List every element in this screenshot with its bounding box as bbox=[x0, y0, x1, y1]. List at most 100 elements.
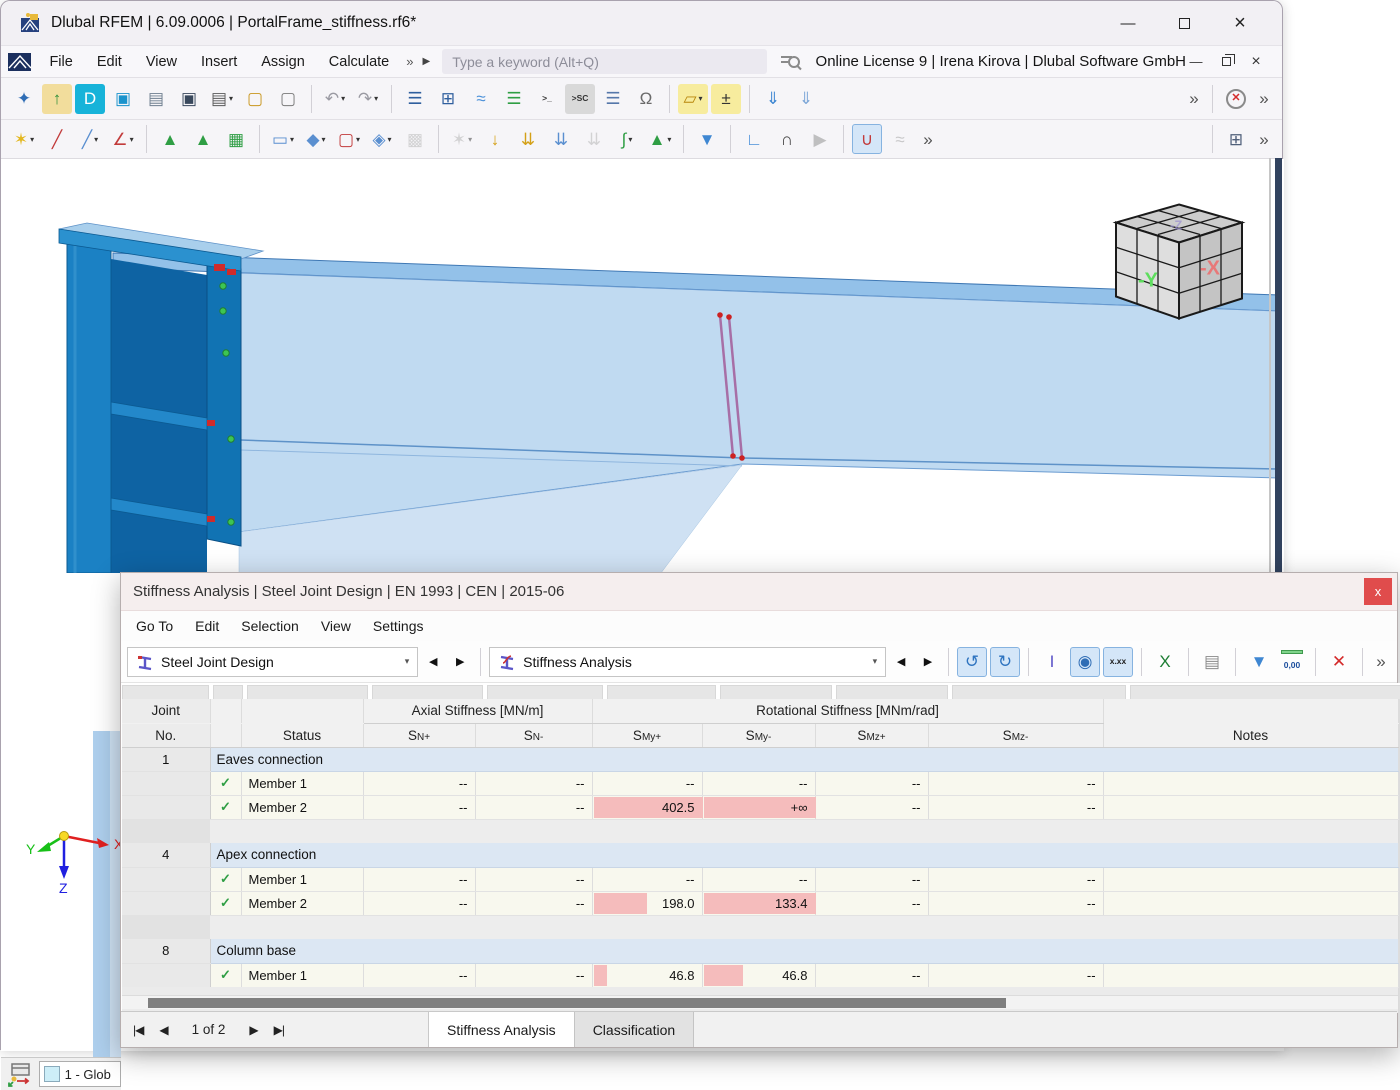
cube-face-z-label[interactable]: -Z bbox=[1170, 218, 1182, 233]
toolbar2-overflow-2-icon[interactable]: » bbox=[1254, 124, 1274, 154]
navigation-cube[interactable]: -Y -X -Z bbox=[1104, 191, 1254, 336]
show-results-icon[interactable]: ∪ bbox=[852, 124, 882, 154]
insert-object-icon[interactable]: ⇓ bbox=[758, 84, 788, 114]
deselect-icon[interactable]: ✕ bbox=[1324, 647, 1354, 677]
animation-icon[interactable]: ▶ bbox=[805, 124, 835, 154]
undo-icon[interactable]: ↶ ▾ bbox=[320, 84, 350, 114]
member-result-row[interactable]: ✓ Member 2 -- -- 402.5 +∞ -- -- bbox=[122, 795, 1399, 820]
dialog-menu-edit[interactable]: Edit bbox=[184, 618, 230, 634]
mdi-restore-button[interactable] bbox=[1216, 52, 1236, 72]
dialog-toolbar-overflow-icon[interactable]: » bbox=[1371, 647, 1391, 677]
export-excel-icon[interactable]: X bbox=[1150, 647, 1180, 677]
new-polyline-icon[interactable]: ∠ ▾ bbox=[108, 124, 138, 154]
views-navigator-icon[interactable]: ☰ bbox=[598, 84, 628, 114]
add-remove-objects-icon[interactable]: ± bbox=[711, 83, 741, 114]
solid-load-icon[interactable]: ⇊ bbox=[579, 124, 609, 154]
edit-node-icon[interactable]: ✶ ▾ bbox=[447, 124, 477, 154]
smooth-results-icon[interactable]: ≈ bbox=[885, 124, 915, 154]
new-nurbs-icon[interactable]: ◈ ▾ bbox=[367, 124, 397, 154]
menu-expand-icon[interactable]: ▶ bbox=[418, 56, 434, 67]
result-values-icon[interactable]: x.xx bbox=[1103, 646, 1133, 677]
tables-icon[interactable]: ⊞ bbox=[433, 84, 463, 114]
dialog-menu-view[interactable]: View bbox=[310, 618, 362, 634]
new-solid-icon[interactable]: ◆ ▾ bbox=[301, 124, 331, 154]
menu-edit[interactable]: Edit bbox=[85, 46, 134, 77]
member-result-row[interactable]: ✓ Member 1 -- -- 46.8 46.8 -- -- bbox=[122, 963, 1399, 988]
menu-view[interactable]: View bbox=[134, 46, 189, 77]
open-model-icon[interactable]: ↑ bbox=[42, 83, 72, 114]
cube-face-x-label[interactable]: -X bbox=[1200, 258, 1221, 280]
design-case-prev-button[interactable]: ◀ bbox=[421, 648, 445, 676]
mdi-close-button[interactable]: × bbox=[1246, 52, 1266, 72]
dialog-close-button[interactable]: x bbox=[1364, 578, 1392, 605]
filter-results-icon[interactable]: ▼ bbox=[1244, 647, 1274, 677]
save-icon[interactable]: ▣ bbox=[174, 84, 204, 114]
display-navigator-icon[interactable]: ☰ bbox=[499, 84, 529, 114]
redo-icon[interactable]: ↷ ▾ bbox=[353, 84, 383, 114]
new-opening-icon[interactable]: ▢ ▾ bbox=[334, 124, 364, 154]
new-model-icon[interactable]: ✦ bbox=[9, 84, 39, 114]
print-icon[interactable]: ▤ ▾ bbox=[207, 84, 237, 114]
result-diagram-icon[interactable]: ≈ bbox=[466, 84, 496, 114]
edit-model-data-icon[interactable]: ▤ bbox=[141, 84, 171, 114]
mdi-minimize-button[interactable]: — bbox=[1186, 52, 1206, 72]
edit-surface-icon[interactable]: ▱ ▾ bbox=[678, 83, 708, 114]
line-support-icon[interactable]: ▲ bbox=[188, 124, 218, 154]
visibility-selector[interactable]: 1 - Glob bbox=[38, 1061, 121, 1087]
keyword-search-input[interactable] bbox=[442, 49, 767, 74]
console-icon[interactable]: >_ bbox=[532, 84, 562, 114]
previous-result-icon[interactable]: ↺ bbox=[957, 646, 987, 677]
tab-classification[interactable]: Classification bbox=[574, 1012, 695, 1047]
joint-group-row[interactable]: 8 Column base bbox=[122, 939, 1399, 964]
load-wizard-icon[interactable]: ▲ ▾ bbox=[645, 124, 675, 154]
close-button[interactable]: × bbox=[1212, 1, 1268, 45]
next-page-button[interactable]: ▶ bbox=[249, 1023, 258, 1037]
result-window-icon[interactable]: ∟ bbox=[739, 124, 769, 154]
copy-model-icon[interactable]: ▩ bbox=[400, 124, 430, 154]
menu-overflow-icon[interactable]: » bbox=[401, 54, 418, 69]
design-check-details-icon[interactable]: I bbox=[1037, 647, 1067, 677]
section-icon[interactable]: ∩ bbox=[772, 124, 802, 154]
table-view-icon[interactable]: ⊞ bbox=[1221, 124, 1251, 154]
zoom-cancel-icon[interactable]: ✕ bbox=[1221, 84, 1251, 114]
member-result-row[interactable]: ✓ Member 1 -- -- -- -- -- -- bbox=[122, 771, 1399, 796]
scrollbar-thumb[interactable] bbox=[148, 998, 1006, 1008]
new-node-icon[interactable]: ✶ ▾ bbox=[9, 124, 39, 154]
toolbar-overflow-icon[interactable]: » bbox=[1184, 84, 1204, 114]
design-case-combobox[interactable]: Steel Joint Design ▾ bbox=[127, 646, 419, 677]
member-result-row[interactable]: ✓ Member 1 -- -- -- -- -- -- bbox=[122, 867, 1399, 892]
menu-insert[interactable]: Insert bbox=[189, 46, 249, 77]
member-result-row[interactable]: ✓ Member 2 -- -- 198.0 133.4 -- -- bbox=[122, 891, 1399, 916]
data-navigator-icon[interactable]: ☰ bbox=[400, 84, 430, 114]
model-cube-icon[interactable]: ▣ bbox=[108, 84, 138, 114]
paste-object-icon[interactable]: ⇓ bbox=[791, 84, 821, 114]
first-page-button[interactable]: |◀ bbox=[133, 1023, 144, 1037]
previous-page-button[interactable]: ◀ bbox=[159, 1023, 168, 1037]
visibility-filter-icon[interactable]: ▼ bbox=[692, 124, 722, 154]
imperfection-icon[interactable]: ∫ ▾ bbox=[612, 124, 642, 154]
menu-assign[interactable]: Assign bbox=[249, 46, 317, 77]
script-icon[interactable]: >SC bbox=[565, 83, 595, 114]
dialog-menu-selection[interactable]: Selection bbox=[230, 618, 310, 634]
dialog-menu-settings[interactable]: Settings bbox=[362, 618, 435, 634]
new-line-icon[interactable]: ╱ bbox=[42, 124, 72, 154]
add-to-report-icon[interactable]: ▤ bbox=[1197, 647, 1227, 677]
last-page-button[interactable]: ▶| bbox=[274, 1023, 285, 1037]
show-values-icon[interactable]: ◉ bbox=[1070, 646, 1100, 677]
joint-group-row[interactable]: 1 Eaves connection bbox=[122, 747, 1399, 772]
nodal-load-icon[interactable]: ↓ bbox=[480, 124, 510, 154]
surface-support-icon[interactable]: ▦ bbox=[221, 124, 251, 154]
maximize-button[interactable] bbox=[1156, 1, 1212, 45]
minimize-button[interactable]: — bbox=[1100, 1, 1156, 45]
new-member-icon[interactable]: ╱ ▾ bbox=[75, 124, 105, 154]
next-result-icon[interactable]: ↻ bbox=[990, 646, 1020, 677]
support-center-icon[interactable]: Ω bbox=[631, 84, 661, 114]
new-surface-icon[interactable]: ▭ ▾ bbox=[268, 124, 298, 154]
new-printout-report-icon[interactable]: ▢ bbox=[240, 84, 270, 114]
model-view[interactable] bbox=[1, 159, 1284, 573]
menu-calculate[interactable]: Calculate bbox=[317, 46, 401, 77]
decimal-places-icon[interactable]: 0,00 bbox=[1277, 647, 1307, 677]
dialog-menu-go-to[interactable]: Go To bbox=[125, 618, 184, 634]
joint-group-row[interactable]: 4 Apex connection bbox=[122, 843, 1399, 868]
printout-report-icon[interactable]: ▢ bbox=[273, 84, 303, 114]
